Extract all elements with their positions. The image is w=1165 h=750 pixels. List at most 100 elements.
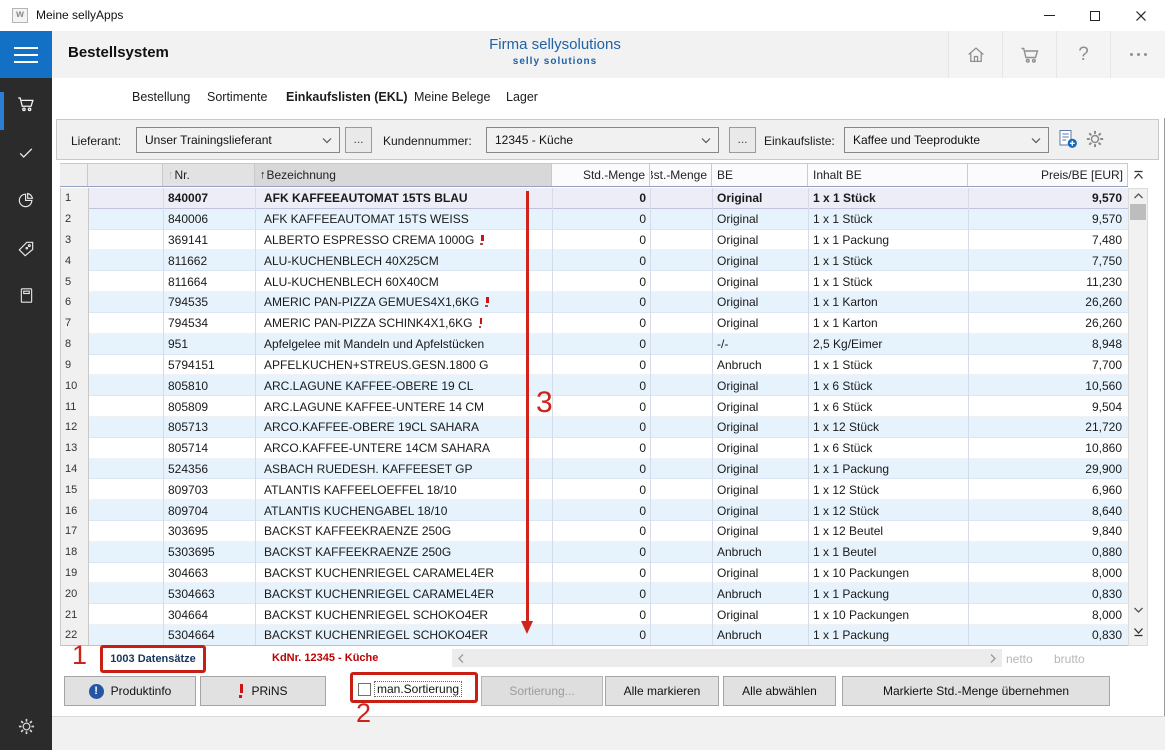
- cell-std-menge[interactable]: 0: [553, 417, 651, 438]
- table-row[interactable]: 7794534AMERIC PAN-PIZZA SCHINK4X1,6KG0Or…: [61, 313, 1128, 334]
- home-icon[interactable]: [948, 31, 1002, 78]
- sidebar-item-statistics[interactable]: [0, 182, 52, 218]
- cell-std-menge[interactable]: 0: [553, 355, 651, 376]
- cell-bst-menge[interactable]: [651, 209, 713, 230]
- kundennummer-more-button[interactable]: ...: [729, 127, 756, 153]
- cell-bst-menge[interactable]: [651, 438, 713, 459]
- row-select-cell[interactable]: [89, 334, 164, 355]
- cell-bst-menge[interactable]: [651, 188, 713, 209]
- table-row[interactable]: 15809703ATLANTIS KAFFEELOEFFEL 18/100Ori…: [61, 479, 1128, 500]
- row-select-cell[interactable]: [89, 250, 164, 271]
- cell-std-menge[interactable]: 0: [553, 209, 651, 230]
- table-row[interactable]: 5811664ALU-KUCHENBLECH 60X40CM0Original1…: [61, 271, 1128, 292]
- cell-bst-menge[interactable]: [651, 521, 713, 542]
- row-select-cell[interactable]: [89, 500, 164, 521]
- row-select-cell[interactable]: [89, 209, 164, 230]
- cell-std-menge[interactable]: 0: [553, 188, 651, 209]
- hamburger-menu-icon[interactable]: [0, 31, 52, 78]
- cell-std-menge[interactable]: 0: [553, 250, 651, 271]
- tab-einkaufslisten[interactable]: Einkaufslisten (EKL): [286, 90, 408, 104]
- table-row[interactable]: 17303695BACKST KAFFEEKRAENZE 250G0Origin…: [61, 521, 1128, 542]
- table-row[interactable]: 10805810ARC.LAGUNE KAFFEE-OBERE 19 CL0Or…: [61, 375, 1128, 396]
- table-row[interactable]: 2840006AFK KAFFEEAUTOMAT 15TS WEISS0Orig…: [61, 209, 1128, 230]
- table-row[interactable]: 6794535AMERIC PAN-PIZZA GEMUES4X1,6KG0Or…: [61, 292, 1128, 313]
- table-row[interactable]: 1840007AFK KAFFEEAUTOMAT 15TS BLAU0Origi…: [61, 188, 1128, 209]
- cell-std-menge[interactable]: 0: [553, 438, 651, 459]
- cell-std-menge[interactable]: 0: [553, 604, 651, 625]
- cell-bst-menge[interactable]: [651, 355, 713, 376]
- column-header-bst-menge[interactable]: Bst.-Menge: [650, 164, 712, 186]
- maximize-button[interactable]: [1072, 0, 1118, 31]
- cell-std-menge[interactable]: 0: [553, 230, 651, 251]
- cell-std-menge[interactable]: 0: [553, 521, 651, 542]
- cell-bst-menge[interactable]: [651, 604, 713, 625]
- column-header-inhalt-be[interactable]: Inhalt BE: [808, 164, 968, 186]
- table-row[interactable]: 185303695BACKST KAFFEEKRAENZE 250G0Anbru…: [61, 542, 1128, 563]
- uebernehmen-button[interactable]: Markierte Std.-Menge übernehmen: [842, 676, 1110, 706]
- row-select-cell[interactable]: [89, 313, 164, 334]
- cell-bst-menge[interactable]: [651, 479, 713, 500]
- row-select-cell[interactable]: [89, 479, 164, 500]
- column-header-preis[interactable]: Preis/BE [EUR]: [968, 164, 1128, 186]
- cell-std-menge[interactable]: 0: [553, 542, 651, 563]
- cell-bst-menge[interactable]: [651, 563, 713, 584]
- table-row[interactable]: 16809704ATLANTIS KUCHENGABEL 18/100Origi…: [61, 500, 1128, 521]
- lieferant-select[interactable]: Unser Trainingslieferant: [136, 127, 340, 153]
- sidebar-settings[interactable]: [0, 708, 52, 744]
- help-icon[interactable]: ?: [1056, 31, 1110, 78]
- kundennummer-select[interactable]: 12345 - Küche: [486, 127, 719, 153]
- sidebar-item-bestellsystem[interactable]: [0, 86, 52, 122]
- table-row[interactable]: 205304663BACKST KUCHENRIEGEL CARAMEL4ER0…: [61, 583, 1128, 604]
- row-select-cell[interactable]: [89, 292, 164, 313]
- cell-std-menge[interactable]: 0: [553, 334, 651, 355]
- table-row[interactable]: 14524356ASBACH RUEDESH. KAFFEESET GP0Ori…: [61, 459, 1128, 480]
- row-select-cell[interactable]: [89, 396, 164, 417]
- row-select-cell[interactable]: [89, 521, 164, 542]
- cell-bst-menge[interactable]: [651, 396, 713, 417]
- sortierung-button[interactable]: Sortierung...: [481, 676, 603, 706]
- cell-std-menge[interactable]: 0: [553, 500, 651, 521]
- cart-icon[interactable]: [1002, 31, 1056, 78]
- table-row[interactable]: 21304664BACKST KUCHENRIEGEL SCHOKO4ER0Or…: [61, 604, 1128, 625]
- list-settings-gear-icon[interactable]: [1085, 129, 1105, 149]
- table-row[interactable]: 13805714ARCO.KAFFEE-UNTERE 14CM SAHARA0O…: [61, 438, 1128, 459]
- cell-bst-menge[interactable]: [651, 250, 713, 271]
- row-select-cell[interactable]: [89, 355, 164, 376]
- cell-bst-menge[interactable]: [651, 230, 713, 251]
- column-header-bezeichnung[interactable]: ↑Bezeichnung: [255, 164, 552, 186]
- sidebar-item-prices[interactable]: [0, 231, 52, 267]
- row-select-cell[interactable]: [89, 271, 164, 292]
- cell-bst-menge[interactable]: [651, 459, 713, 480]
- cell-bst-menge[interactable]: [651, 500, 713, 521]
- cell-bst-menge[interactable]: [651, 625, 713, 646]
- row-select-cell[interactable]: [89, 417, 164, 438]
- alle-abwaehlen-button[interactable]: Alle abwählen: [723, 676, 836, 706]
- row-select-cell[interactable]: [89, 604, 164, 625]
- scroll-up-icon[interactable]: [1128, 189, 1148, 203]
- horizontal-scrollbar[interactable]: [452, 649, 1002, 667]
- table-row[interactable]: 3369141ALBERTO ESPRESSO CREMA 1000G0Orig…: [61, 230, 1128, 251]
- row-select-cell[interactable]: [89, 459, 164, 480]
- alle-markieren-button[interactable]: Alle markieren: [605, 676, 719, 706]
- prins-button[interactable]: PRiNS: [200, 676, 326, 706]
- cell-std-menge[interactable]: 0: [553, 479, 651, 500]
- cell-std-menge[interactable]: 0: [553, 292, 651, 313]
- cell-bst-menge[interactable]: [651, 334, 713, 355]
- cell-bst-menge[interactable]: [651, 292, 713, 313]
- table-row[interactable]: 12805713ARCO.KAFFEE-OBERE 19CL SAHARA0Or…: [61, 417, 1128, 438]
- scroll-down-icon[interactable]: [1128, 603, 1148, 617]
- column-header-be[interactable]: BE: [712, 164, 808, 186]
- new-list-icon[interactable]: [1058, 129, 1078, 149]
- table-row[interactable]: 225304664BACKST KUCHENRIEGEL SCHOKO4ER0A…: [61, 625, 1128, 646]
- cell-bst-menge[interactable]: [651, 271, 713, 292]
- row-select-cell[interactable]: [89, 625, 164, 646]
- more-options-icon[interactable]: [1110, 31, 1165, 78]
- close-button[interactable]: [1118, 0, 1164, 31]
- sidebar-item-catalog[interactable]: [0, 277, 52, 313]
- scroll-to-bottom-icon[interactable]: [1128, 621, 1148, 641]
- cell-std-menge[interactable]: 0: [553, 625, 651, 646]
- scroll-to-top-icon[interactable]: [1128, 163, 1148, 187]
- table-row[interactable]: 8951Apfelgelee mit Mandeln und Apfelstüc…: [61, 334, 1128, 355]
- scrollbar-thumb[interactable]: [1130, 204, 1146, 220]
- cell-bst-menge[interactable]: [651, 417, 713, 438]
